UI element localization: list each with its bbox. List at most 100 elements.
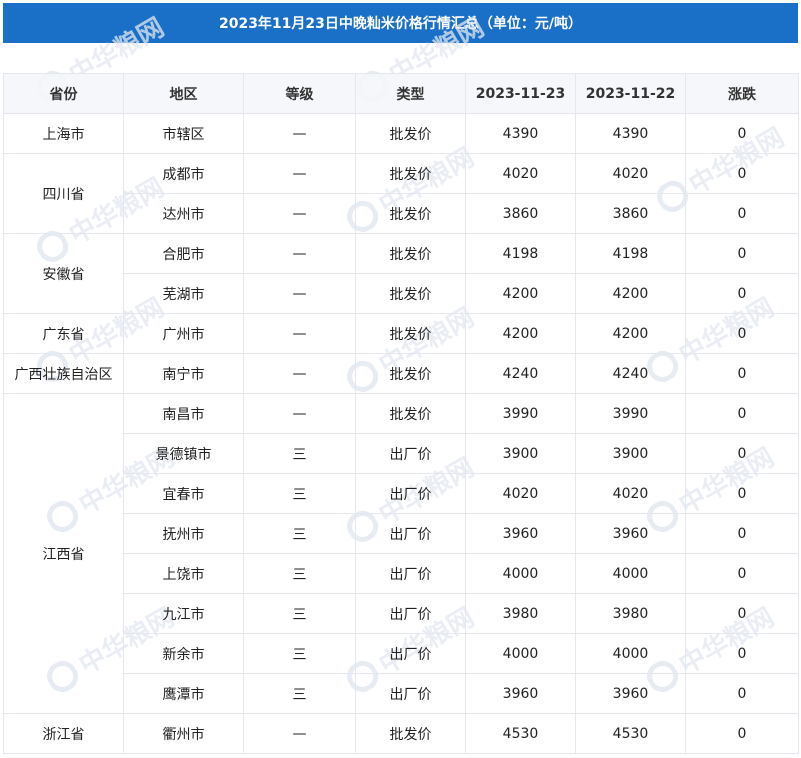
change-cell: 0 <box>685 713 799 754</box>
type-cell: 批发价 <box>355 273 466 314</box>
region-cell: 市辖区 <box>123 113 244 154</box>
table-header: 省份 地区 等级 类型 2023-11-23 2023-11-22 涨跌 <box>3 73 799 114</box>
price-2023-11-22-cell: 4020 <box>575 153 686 194</box>
type-cell: 出厂价 <box>355 473 466 514</box>
price-2023-11-23-cell: 4390 <box>465 113 576 154</box>
change-cell: 0 <box>685 193 799 234</box>
table-row: 广西壮族自治区 南宁市 — 批发价 4240 4240 0 <box>3 353 799 394</box>
price-2023-11-22-cell: 3900 <box>575 433 686 474</box>
region-cell: 景德镇市 <box>123 433 244 474</box>
price-2023-11-23-cell: 4200 <box>465 273 576 314</box>
grade-cell: 三 <box>243 553 356 594</box>
change-cell: 0 <box>685 393 799 434</box>
region-cell: 上饶市 <box>123 553 244 594</box>
price-2023-11-22-cell: 4000 <box>575 553 686 594</box>
change-cell: 0 <box>685 673 799 714</box>
change-cell: 0 <box>685 273 799 314</box>
change-cell: 0 <box>685 353 799 394</box>
price-2023-11-22-cell: 4198 <box>575 233 686 274</box>
price-2023-11-22-cell: 3980 <box>575 593 686 634</box>
region-cell: 九江市 <box>123 593 244 634</box>
change-cell: 0 <box>685 313 799 354</box>
table-row: 宜春市三出厂价 4020 4020 0 <box>4 473 799 514</box>
province-cell: 广西壮族自治区 <box>3 353 124 394</box>
header-grade: 等级 <box>243 73 356 114</box>
province-cell: 四川省 <box>3 153 124 234</box>
region-cell: 合肥市 <box>123 233 244 274</box>
province-cell: 广东省 <box>3 313 124 354</box>
type-cell: 批发价 <box>355 233 466 274</box>
region-cell: 南昌市 <box>123 393 244 434</box>
region-cell: 衢州市 <box>123 713 244 754</box>
change-cell: 0 <box>685 593 799 634</box>
price-2023-11-22-cell: 3990 <box>575 393 686 434</box>
price-2023-11-22-cell: 3960 <box>575 513 686 554</box>
header-date-1: 2023-11-23 <box>465 73 576 114</box>
grade-cell: 三 <box>243 673 356 714</box>
header-province: 省份 <box>3 73 124 114</box>
price-2023-11-23-cell: 3990 <box>465 393 576 434</box>
table-row: 上海市 市辖区 — 批发价 4390 4390 0 <box>3 113 799 154</box>
type-cell: 出厂价 <box>355 633 466 674</box>
price-2023-11-22-cell: 4200 <box>575 313 686 354</box>
change-cell: 0 <box>685 633 799 674</box>
grade-cell: — <box>243 313 356 354</box>
type-cell: 批发价 <box>355 393 466 434</box>
region-cell: 广州市 <box>123 313 244 354</box>
table-row: 上饶市三出厂价 4000 4000 0 <box>4 553 799 594</box>
change-cell: 0 <box>685 153 799 194</box>
change-cell: 0 <box>685 553 799 594</box>
table-row: 安徽省 合肥市 — 批发价 4198 4198 0 <box>3 233 799 314</box>
grade-cell: — <box>243 233 356 274</box>
price-2023-11-23-cell: 3960 <box>465 673 576 714</box>
price-2023-11-23-cell: 4530 <box>465 713 576 754</box>
change-cell: 0 <box>685 113 799 154</box>
region-cell: 抚州市 <box>123 513 244 554</box>
grade-cell: 三 <box>243 633 356 674</box>
grade-cell: 三 <box>243 513 356 554</box>
table-row: 九江市三出厂价 3980 3980 0 <box>4 593 799 634</box>
table-row: 新余市三出厂价 4000 4000 0 <box>4 633 799 674</box>
type-cell: 出厂价 <box>355 433 466 474</box>
price-2023-11-23-cell: 4200 <box>465 313 576 354</box>
price-2023-11-23-cell: 3900 <box>465 433 576 474</box>
type-cell: 批发价 <box>355 113 466 154</box>
price-2023-11-22-cell: 4000 <box>575 633 686 674</box>
price-2023-11-23-cell: 4198 <box>465 233 576 274</box>
table-row: 芜湖市 — 批发价 4200 4200 0 <box>4 273 799 314</box>
change-cell: 0 <box>685 513 799 554</box>
type-cell: 批发价 <box>355 153 466 194</box>
price-2023-11-23-cell: 4020 <box>465 473 576 514</box>
grade-cell: — <box>243 113 356 154</box>
table-row: 抚州市三出厂价 3960 3960 0 <box>4 513 799 554</box>
header-row: 省份 地区 等级 类型 2023-11-23 2023-11-22 涨跌 <box>3 73 799 114</box>
header-region: 地区 <box>123 73 244 114</box>
type-cell: 批发价 <box>355 313 466 354</box>
change-cell: 0 <box>685 233 799 274</box>
grade-cell: — <box>243 273 356 314</box>
price-2023-11-22-cell: 3960 <box>575 673 686 714</box>
price-2023-11-23-cell: 4240 <box>465 353 576 394</box>
grade-cell: 三 <box>243 473 356 514</box>
price-2023-11-22-cell: 4530 <box>575 713 686 754</box>
page-title: 2023年11月23日中晚籼米价格行情汇总（单位：元/吨） <box>3 3 798 43</box>
table-row: 达州市 — 批发价 3860 3860 0 <box>4 193 799 234</box>
price-2023-11-23-cell: 4020 <box>465 153 576 194</box>
grade-cell: 三 <box>243 433 356 474</box>
province-cell: 上海市 <box>3 113 124 154</box>
region-cell: 达州市 <box>123 193 244 234</box>
price-2023-11-22-cell: 3860 <box>575 193 686 234</box>
table-body: 上海市 市辖区 — 批发价 4390 4390 0 四川省 成都市 — 批发价 4020 4020 0 达州… <box>3 113 799 754</box>
price-2023-11-23-cell: 4000 <box>465 553 576 594</box>
price-2023-11-22-cell: 4200 <box>575 273 686 314</box>
change-cell: 0 <box>685 473 799 514</box>
province-cell: 安徽省 <box>3 233 124 314</box>
grade-cell: — <box>243 193 356 234</box>
grade-cell: — <box>243 393 356 434</box>
grade-cell: 三 <box>243 593 356 634</box>
price-2023-11-23-cell: 4000 <box>465 633 576 674</box>
price-2023-11-23-cell: 3980 <box>465 593 576 634</box>
price-2023-11-23-cell: 3860 <box>465 193 576 234</box>
grade-cell: — <box>243 353 356 394</box>
change-cell: 0 <box>685 433 799 474</box>
